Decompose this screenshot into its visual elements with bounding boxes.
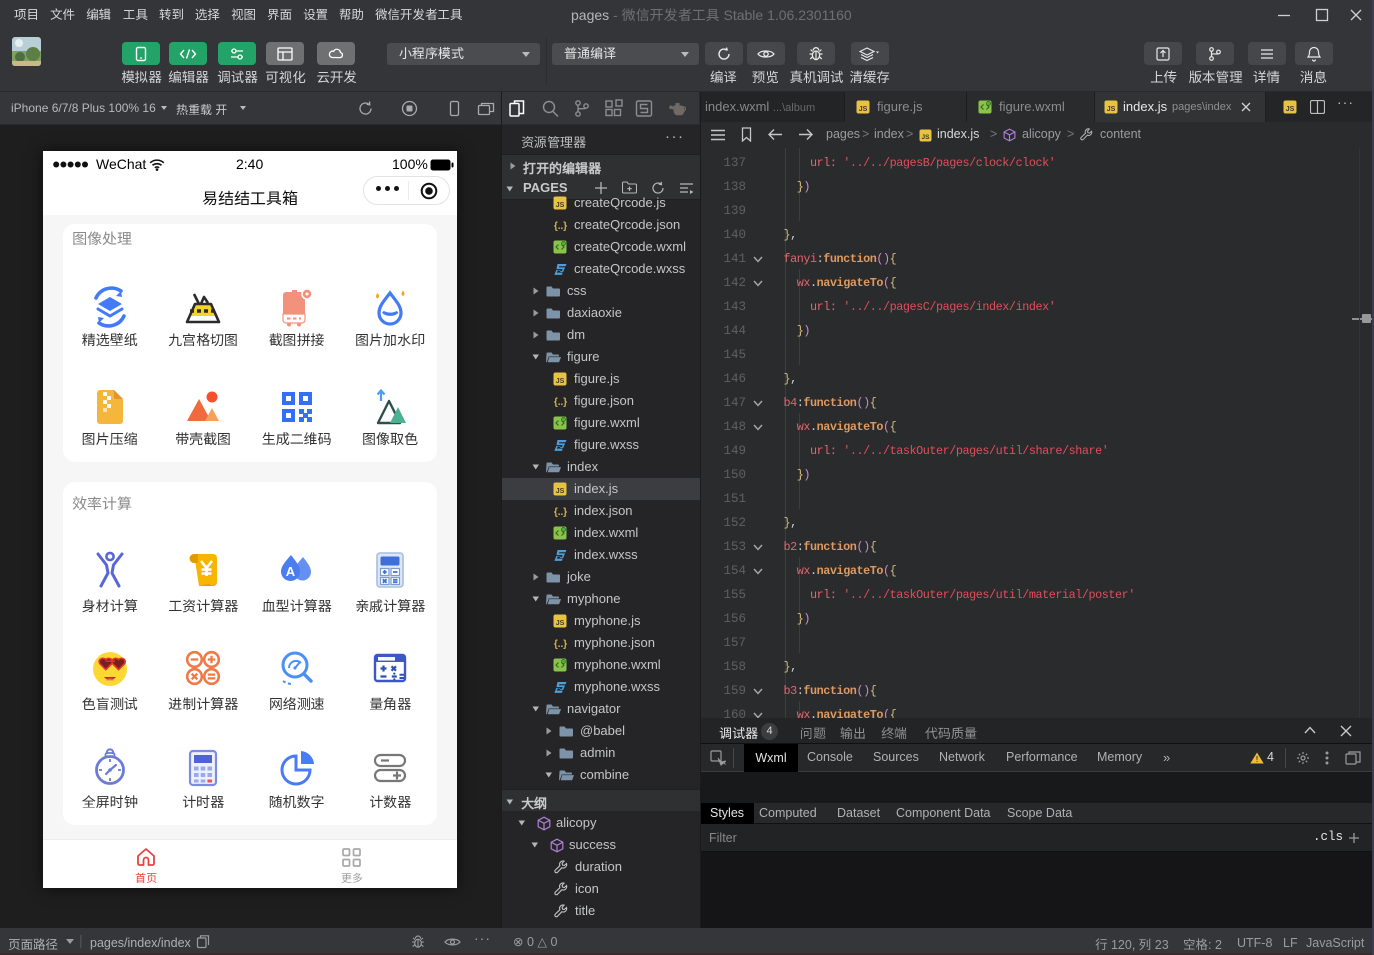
svg-text:JS: JS [922,134,931,141]
svg-text:JS: JS [556,488,565,495]
svg-text:JS: JS [1286,106,1295,113]
svg-text:JS: JS [556,378,565,385]
svg-text:JS: JS [556,620,565,627]
svg-text:{..}: {..} [554,507,567,518]
svg-text:{..}: {..} [554,397,567,408]
svg-text:JS: JS [1107,106,1116,113]
svg-text:{..}: {..} [554,639,567,650]
svg-text:JS: JS [556,202,565,209]
svg-text:A: A [285,564,295,579]
svg-text:{..}: {..} [554,221,567,232]
svg-text:!: ! [1256,755,1258,764]
svg-text:JS: JS [859,106,868,113]
